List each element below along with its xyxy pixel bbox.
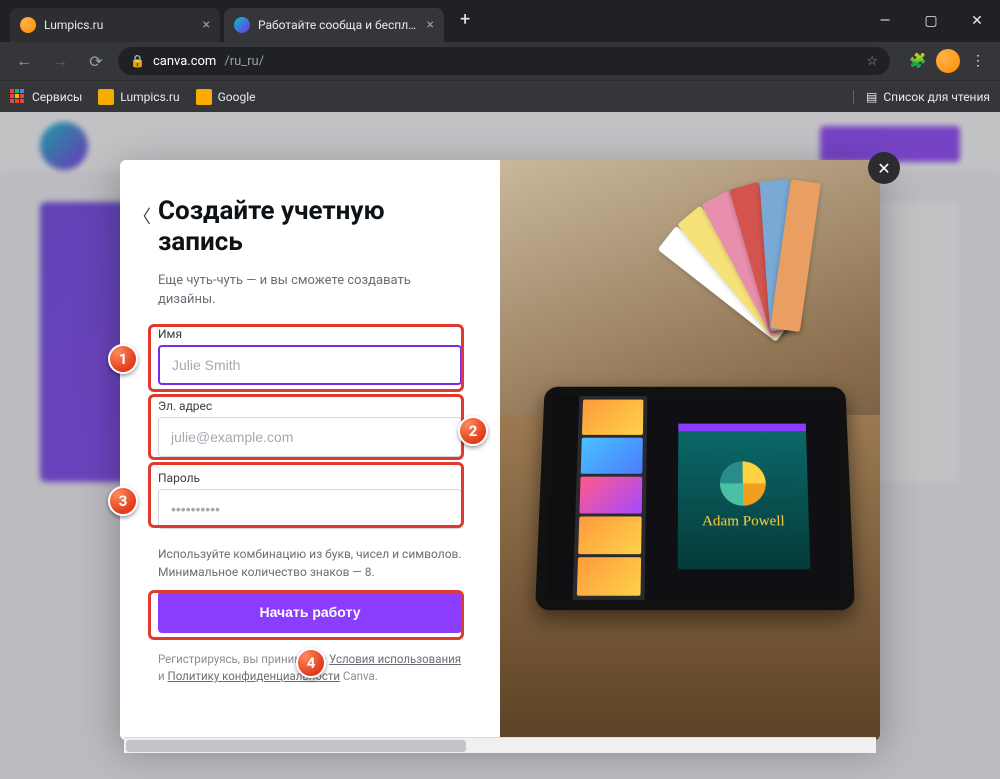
bookmark-lumpics[interactable]: Lumpics.ru [98,89,179,105]
name-input[interactable] [158,345,462,385]
back-icon[interactable]: ← [10,47,38,75]
star-icon[interactable]: ☆ [866,54,878,69]
tab-title: Lumpics.ru [44,18,195,32]
bookmark-google[interactable]: Google [196,89,256,105]
apps-shortcut[interactable]: Сервисы [10,89,82,105]
favicon-lumpics [20,17,36,33]
favicon-canva [234,17,250,33]
start-button[interactable]: Начать работу [158,591,462,633]
signup-modal: 〈 Создайте учетную запись Еще чуть-чуть … [120,160,880,740]
modal-subtitle: Еще чуть-чуть — и вы сможете создавать д… [158,272,462,308]
bookmark-label: Lumpics.ru [120,90,179,104]
back-chevron-icon[interactable]: 〈 [130,204,154,228]
color-swatch-fan [620,160,880,360]
bookmarks-bar: Сервисы Lumpics.ru Google ▤ Список для ч… [0,80,1000,112]
password-input[interactable] [158,489,462,529]
reading-list-button[interactable]: ▤ Список для чтения [853,90,990,104]
legal-and: и [158,669,168,683]
lock-icon: 🔒 [130,54,145,68]
scrollbar-thumb[interactable] [126,740,466,752]
window-controls: — ▢ ✕ [862,0,1000,42]
new-tab-button[interactable]: + [448,9,482,30]
tab-title: Работайте сообща и бесплатно [258,18,419,32]
reload-icon[interactable]: ⟳ [82,47,110,75]
annotation-number-1: 1 [108,344,138,374]
reading-list-label: Список для чтения [883,90,990,104]
reading-list-icon: ▤ [866,90,877,104]
name-label: Имя [158,327,462,341]
horizontal-scrollbar[interactable] [124,737,876,753]
omnibox[interactable]: 🔒 canva.com/ru_ru/ ☆ [118,47,890,75]
email-label: Эл. адрес [158,399,462,413]
apps-label: Сервисы [32,90,82,104]
menu-icon[interactable]: ⋮ [966,49,990,73]
signup-hero-image: Adam Powell [500,160,880,740]
password-label: Пароль [158,471,462,485]
url-path: /ru_ru/ [224,54,264,69]
url-host: canva.com [153,54,216,69]
legal-suffix: Canva. [340,669,378,683]
close-icon[interactable]: × [427,17,434,33]
folder-icon [196,89,212,105]
forward-icon[interactable]: → [46,47,74,75]
extensions-icon[interactable]: 🧩 [906,49,930,73]
address-bar: ← → ⟳ 🔒 canva.com/ru_ru/ ☆ 🧩 ⋮ [0,42,1000,80]
minimize-icon[interactable]: — [862,4,908,38]
annotation-number-4: 4 [296,648,326,678]
profile-avatar[interactable] [936,49,960,73]
close-icon[interactable]: × [203,17,210,33]
browser-titlebar: Lumpics.ru × Работайте сообща и бесплатн… [0,0,1000,42]
folder-icon [98,89,114,105]
close-modal-button[interactable]: ✕ [868,152,900,184]
password-hint: Используйте комбинацию из букв, чисел и … [158,545,462,581]
apps-icon [10,89,26,105]
email-input[interactable] [158,417,462,457]
bookmark-label: Google [218,90,256,104]
close-window-icon[interactable]: ✕ [954,4,1000,38]
tab-lumpics[interactable]: Lumpics.ru × [10,8,220,42]
tos-link[interactable]: Условия использования [329,652,461,666]
tab-canva[interactable]: Работайте сообща и бесплатно × [224,8,444,42]
tablet-mockup: Adam Powell [535,387,855,610]
annotation-number-3: 3 [108,486,138,516]
poster-name: Adam Powell [702,513,785,530]
modal-title: Создайте учетную запись [158,196,462,258]
annotation-number-2: 2 [458,416,488,446]
maximize-icon[interactable]: ▢ [908,4,954,38]
